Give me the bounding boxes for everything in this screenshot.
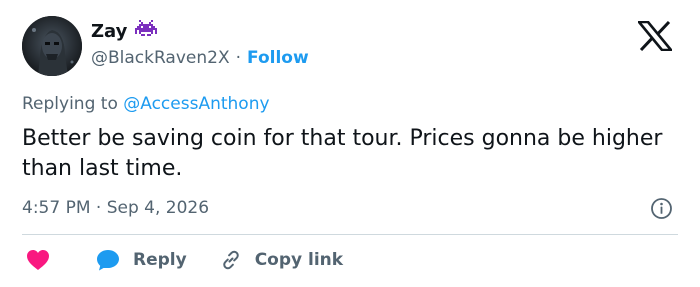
separator-dot: · <box>95 198 102 218</box>
info-icon[interactable] <box>650 197 673 220</box>
tweet-text: Better be saving coin for that tour. Pri… <box>22 126 663 181</box>
speech-bubble-icon <box>96 249 120 271</box>
copy-link-label: Copy link <box>254 250 344 270</box>
author-display-name[interactable]: Zay <box>91 21 127 42</box>
action-bar: Reply Copy link <box>22 246 343 274</box>
follow-button[interactable]: Follow <box>247 48 309 68</box>
link-icon <box>219 248 243 272</box>
space-invader-emoji-icon <box>135 20 158 42</box>
heart-icon <box>26 249 50 271</box>
reply-label: Reply <box>133 250 187 270</box>
author-handle[interactable]: @BlackRaven2X <box>91 48 230 68</box>
reply-button[interactable]: Reply <box>96 249 187 271</box>
author-handle-row: @BlackRaven2X · Follow <box>91 48 309 68</box>
tweet-timestamp[interactable]: 4:57 PM · Sep 4, 2026 <box>22 198 209 218</box>
replying-mention-link[interactable]: @AccessAnthony <box>123 94 269 114</box>
replying-prefix: Replying to <box>22 94 118 114</box>
separator-dot: · <box>235 48 242 68</box>
avatar[interactable] <box>22 16 82 76</box>
divider <box>22 234 678 235</box>
tweet-date: Sep 4, 2026 <box>106 198 210 218</box>
tweet-time: 4:57 PM <box>22 198 91 218</box>
like-button[interactable] <box>26 249 50 271</box>
x-logo-icon[interactable] <box>636 20 674 52</box>
copy-link-button[interactable]: Copy link <box>219 248 343 272</box>
replying-to: Replying to @AccessAnthony <box>22 94 270 114</box>
author-name-row: Zay <box>91 20 158 42</box>
